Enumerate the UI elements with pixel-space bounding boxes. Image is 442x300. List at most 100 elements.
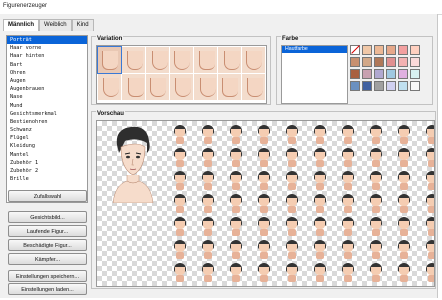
parts-list-item[interactable]: Zubehör 1 bbox=[7, 159, 87, 167]
color-swatch[interactable] bbox=[398, 81, 408, 91]
character-sprite bbox=[419, 239, 434, 262]
character-sprite bbox=[363, 216, 389, 239]
color-target-list[interactable]: Hautfarbe bbox=[281, 45, 348, 104]
color-swatch[interactable] bbox=[386, 69, 396, 79]
parts-list-item[interactable]: Flügel bbox=[7, 134, 87, 142]
variation-option[interactable] bbox=[146, 74, 169, 100]
variation-option[interactable] bbox=[218, 74, 241, 100]
character-sprite bbox=[251, 239, 277, 262]
variation-list[interactable] bbox=[96, 45, 267, 104]
color-swatch[interactable] bbox=[362, 57, 372, 67]
character-sprite bbox=[279, 216, 305, 239]
parts-list-item[interactable]: Mund bbox=[7, 102, 87, 110]
color-swatch[interactable] bbox=[398, 57, 408, 67]
variation-option[interactable] bbox=[122, 47, 145, 73]
parts-list-item[interactable]: Ohren bbox=[7, 69, 87, 77]
parts-list-item[interactable]: Zubehör 2 bbox=[7, 167, 87, 175]
character-sprite bbox=[335, 124, 361, 147]
load-settings-button[interactable]: Einstellungen laden... bbox=[8, 283, 87, 295]
variation-option[interactable] bbox=[170, 74, 193, 100]
no-color-swatch[interactable] bbox=[350, 45, 360, 55]
variation-label: Variation bbox=[96, 36, 124, 42]
character-sprite bbox=[391, 239, 417, 262]
parts-list-item[interactable]: Haar vorne bbox=[7, 44, 87, 52]
variation-option[interactable] bbox=[242, 47, 265, 73]
color-swatch[interactable] bbox=[374, 69, 384, 79]
color-swatch[interactable] bbox=[410, 45, 420, 55]
character-sprite bbox=[279, 147, 305, 170]
parts-list-item[interactable]: Bestienohren bbox=[7, 118, 87, 126]
parts-list-item[interactable]: Porträt bbox=[7, 36, 87, 45]
parts-list-item[interactable]: Bart bbox=[7, 61, 87, 69]
character-sprite bbox=[307, 216, 333, 239]
character-sprite bbox=[307, 147, 333, 170]
character-sprite bbox=[363, 262, 389, 285]
random-button[interactable]: Zufallswahl bbox=[8, 190, 87, 202]
parts-list-item[interactable]: Augenbrauen bbox=[7, 85, 87, 93]
color-swatch[interactable] bbox=[410, 81, 420, 91]
character-sprite bbox=[419, 193, 434, 216]
color-target-item[interactable]: Hautfarbe bbox=[282, 46, 347, 53]
variation-option[interactable] bbox=[146, 47, 169, 73]
character-sprite bbox=[363, 170, 389, 193]
color-swatch[interactable] bbox=[374, 81, 384, 91]
color-swatch[interactable] bbox=[350, 81, 360, 91]
character-sprite bbox=[251, 124, 277, 147]
parts-list[interactable]: Porträt Haar vorne Haar hinten Bart Ohren Aug… bbox=[6, 35, 88, 203]
title-bar: Figurenerzeuger bbox=[0, 0, 442, 15]
fighter-button[interactable]: Kämpfer... bbox=[8, 253, 87, 265]
tab-female[interactable]: Weiblich bbox=[39, 19, 72, 31]
color-swatch[interactable] bbox=[398, 45, 408, 55]
parts-list-item[interactable]: Kleidung bbox=[7, 142, 87, 150]
color-swatch[interactable] bbox=[374, 45, 384, 55]
character-sprite bbox=[195, 239, 221, 262]
character-sprite bbox=[391, 216, 417, 239]
color-swatch[interactable] bbox=[398, 69, 408, 79]
variation-option[interactable] bbox=[97, 46, 122, 74]
color-swatch[interactable] bbox=[386, 45, 396, 55]
character-sprite bbox=[391, 170, 417, 193]
character-sprite bbox=[195, 262, 221, 285]
parts-list-item[interactable]: Gesichtsmerkmal bbox=[7, 110, 87, 118]
tab-male[interactable]: Männlich bbox=[3, 19, 40, 31]
variation-option[interactable] bbox=[98, 74, 121, 100]
color-swatch[interactable] bbox=[410, 69, 420, 79]
character-sprite bbox=[223, 193, 249, 216]
damaged-sprite-button[interactable]: Beschädigte Figur... bbox=[8, 239, 87, 251]
save-settings-button[interactable]: Einstellungen speichern... bbox=[8, 270, 87, 282]
character-sprite bbox=[307, 262, 333, 285]
color-swatch[interactable] bbox=[350, 57, 360, 67]
character-sprite bbox=[391, 262, 417, 285]
color-swatch[interactable] bbox=[410, 57, 420, 67]
tab-child[interactable]: Kind bbox=[71, 19, 94, 31]
color-swatch[interactable] bbox=[350, 69, 360, 79]
variation-option[interactable] bbox=[194, 47, 217, 73]
parts-list-item[interactable]: Mantel bbox=[7, 151, 87, 159]
color-swatch[interactable] bbox=[386, 57, 396, 67]
variation-option[interactable] bbox=[122, 74, 145, 100]
character-sprite bbox=[223, 262, 249, 285]
parts-list-item[interactable]: Schwanz bbox=[7, 126, 87, 134]
color-swatch[interactable] bbox=[386, 81, 396, 91]
variation-option[interactable] bbox=[218, 47, 241, 73]
parts-list-item[interactable]: Brille bbox=[7, 175, 87, 183]
color-swatch[interactable] bbox=[374, 57, 384, 67]
variation-option[interactable] bbox=[170, 47, 193, 73]
walking-sprite-button[interactable]: Laufende Figur... bbox=[8, 225, 87, 237]
character-sprite bbox=[251, 147, 277, 170]
character-sprite bbox=[363, 239, 389, 262]
color-swatch[interactable] bbox=[362, 81, 372, 91]
color-group: Farbe Hautfarbe bbox=[276, 36, 433, 105]
color-swatch[interactable] bbox=[362, 69, 372, 79]
color-swatch[interactable] bbox=[362, 45, 372, 55]
parts-list-item[interactable]: Haar hinten bbox=[7, 52, 87, 60]
variation-option[interactable] bbox=[194, 74, 217, 100]
character-sprite bbox=[167, 216, 193, 239]
gender-tabs: Männlich Weiblich Kind bbox=[3, 19, 94, 31]
parts-list-item[interactable]: Augen bbox=[7, 77, 87, 85]
character-sprite bbox=[223, 216, 249, 239]
face-image-button[interactable]: Gesichtsbild... bbox=[8, 211, 87, 223]
variation-option[interactable] bbox=[242, 74, 265, 100]
parts-list-item[interactable]: Nase bbox=[7, 93, 87, 101]
variation-group: Variation bbox=[91, 36, 271, 105]
